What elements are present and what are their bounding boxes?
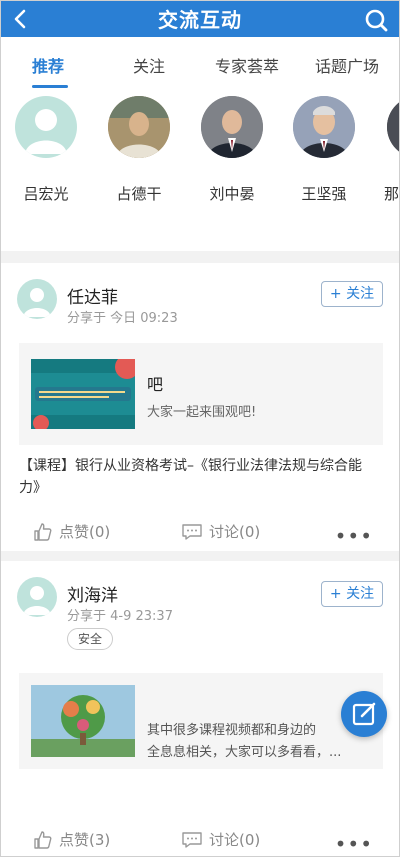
- tab-topics[interactable]: 话题广场: [315, 53, 379, 77]
- more-icon[interactable]: •••: [335, 832, 373, 856]
- page-title: 交流互动: [158, 8, 242, 32]
- post-author[interactable]: 任达菲: [67, 283, 118, 308]
- post-card: 任达菲 分享于 今日 09:23 + 关注 吧 大家一起来围观吧! 【课程】银行…: [1, 263, 399, 551]
- avatar: [387, 96, 399, 158]
- post-card: 刘海洋 分享于 4-9 23:37 安全 + 关注 其中很多课程视频都和身边的 …: [1, 561, 399, 856]
- expert-item[interactable]: 王坚强: [284, 96, 364, 204]
- top-bar: 交流互动: [1, 1, 399, 37]
- tab-follow[interactable]: 关注: [133, 53, 165, 77]
- comment-button[interactable]: 讨论(0): [181, 829, 260, 850]
- follow-button[interactable]: + 关注: [321, 281, 383, 307]
- avatar[interactable]: [17, 279, 57, 319]
- thumbs-up-icon: [34, 830, 52, 849]
- card-description: 大家一起来围观吧!: [147, 405, 257, 420]
- post-time: 分享于 今日 09:23: [67, 311, 178, 326]
- post-time: 分享于 4-9 23:37: [67, 609, 173, 624]
- expert-item[interactable]: 占德干: [99, 96, 179, 204]
- expert-item[interactable]: 那: [365, 96, 400, 204]
- shared-course-card[interactable]: 吧 大家一起来围观吧!: [19, 343, 383, 445]
- topic-tag[interactable]: 安全: [67, 628, 114, 650]
- edit-icon: [352, 702, 376, 726]
- post-text[interactable]: 【课程】银行从业资格考试–《银行业法律法规与综合能力》: [19, 455, 381, 499]
- expert-name: 刘中晏: [209, 185, 255, 203]
- compose-post-button[interactable]: [341, 691, 387, 737]
- course-thumbnail: [31, 359, 135, 429]
- app-screen: 交流互动 推荐 关注 专家荟萃 话题广场 吕宏光 占德干 刘中晏 王坚强 那 任…: [0, 0, 400, 857]
- post-actions: 点赞(3) 讨论(0) •••: [1, 829, 399, 856]
- plus-icon: +: [329, 286, 342, 302]
- comment-button[interactable]: 讨论(0): [181, 521, 260, 542]
- search-icon[interactable]: [363, 7, 389, 33]
- course-thumbnail: [31, 685, 135, 757]
- expert-item[interactable]: 刘中晏: [192, 96, 272, 204]
- avatar[interactable]: [17, 577, 57, 617]
- plus-icon: +: [329, 586, 342, 602]
- active-tab-indicator: [32, 85, 68, 88]
- card-description: 全息息相关，大家可以多看看，...: [147, 745, 342, 760]
- tab-recommend[interactable]: 推荐: [32, 53, 64, 77]
- post-actions: 点赞(0) 讨论(0) •••: [1, 521, 399, 551]
- card-title: 吧: [147, 375, 164, 394]
- expert-name: 那: [384, 185, 400, 203]
- avatar: [201, 96, 263, 158]
- card-description: 其中很多课程视频都和身边的: [147, 723, 317, 738]
- tab-experts[interactable]: 专家荟萃: [215, 53, 279, 77]
- avatar: [108, 96, 170, 158]
- comment-icon: [182, 831, 202, 848]
- comment-icon: [182, 523, 202, 540]
- expert-name: 占德干: [116, 185, 162, 203]
- post-author[interactable]: 刘海洋: [67, 581, 118, 606]
- expert-name: 吕宏光: [23, 185, 69, 203]
- avatar: [15, 96, 77, 158]
- tab-bar: 推荐 关注 专家荟萃 话题广场: [1, 37, 399, 91]
- thumbs-up-icon: [34, 522, 52, 541]
- avatar: [293, 96, 355, 158]
- expert-item[interactable]: 吕宏光: [6, 96, 86, 204]
- like-button[interactable]: 点赞(0): [33, 521, 110, 542]
- like-button[interactable]: 点赞(3): [33, 829, 110, 850]
- more-icon[interactable]: •••: [335, 524, 373, 548]
- expert-name: 王坚强: [301, 185, 347, 203]
- shared-course-card[interactable]: 其中很多课程视频都和身边的 全息息相关，大家可以多看看，...: [19, 673, 383, 769]
- follow-button[interactable]: + 关注: [321, 581, 383, 607]
- experts-strip: 吕宏光 占德干 刘中晏 王坚强 那: [1, 91, 399, 251]
